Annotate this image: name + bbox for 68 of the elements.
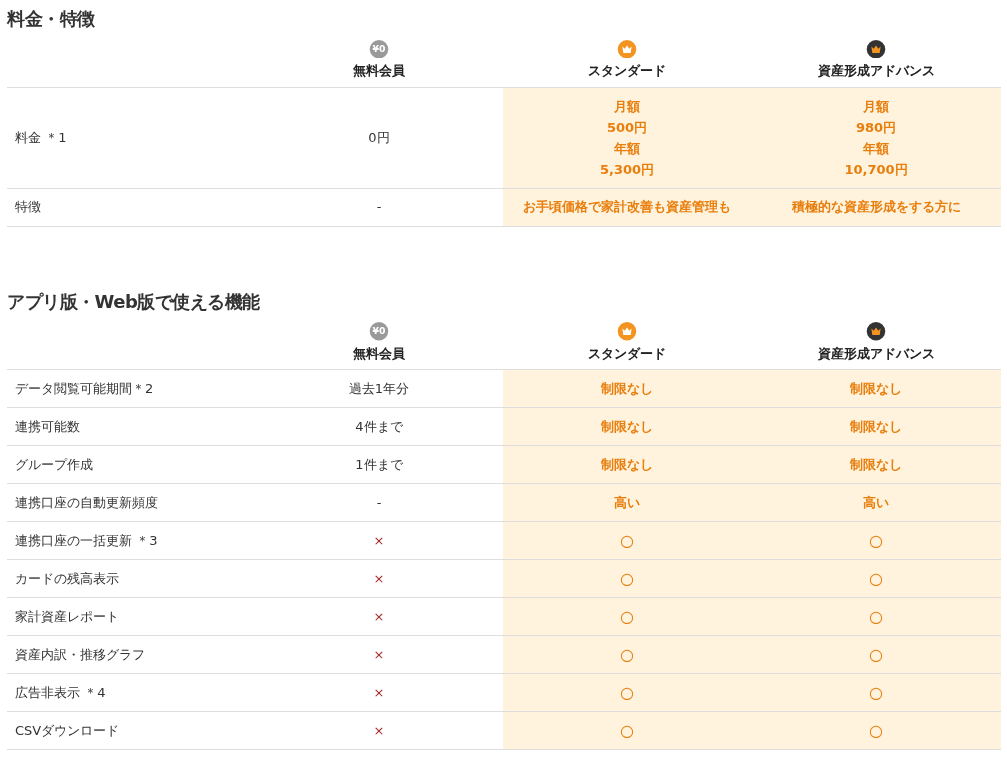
crown-icon <box>866 322 886 341</box>
cell-value: - <box>376 493 382 512</box>
cell-value: 制限なし <box>601 417 653 436</box>
cell-value: 1件まで <box>355 455 403 474</box>
row-label: 家計資産レポート <box>7 598 255 637</box>
availability-mark: × <box>373 607 385 626</box>
section-heading: アプリ版・Web版で使える機能 <box>7 289 261 314</box>
availability-mark: ○ <box>620 529 634 552</box>
row-label: 広告非表示 ＊4 <box>7 674 255 713</box>
availability-mark: × <box>373 531 385 550</box>
crown-icon <box>617 39 637 59</box>
availability-mark: ○ <box>620 719 634 742</box>
row-label: 連携口座の一括更新 ＊3 <box>7 522 255 561</box>
availability-mark: ○ <box>869 605 883 628</box>
price-text: 月額 <box>614 97 640 116</box>
cell-value: 制限なし <box>601 455 653 474</box>
availability-mark: ○ <box>620 567 634 590</box>
plan-name: スタンダード <box>588 62 666 81</box>
availability-mark: ○ <box>620 643 634 666</box>
price-text: 月額 <box>863 97 889 116</box>
row-label: 連携口座の自動更新頻度 <box>7 484 255 523</box>
availability-mark: × <box>373 569 385 588</box>
cell-value: 制限なし <box>850 379 902 398</box>
cell-value: 4件まで <box>355 417 403 436</box>
plan-name: 無料会員 <box>353 62 405 81</box>
section-heading: 料金・特徴 <box>7 7 96 31</box>
availability-mark: × <box>373 645 385 664</box>
cell-value: 制限なし <box>601 379 653 398</box>
price-text: 5,300円 <box>599 160 655 179</box>
availability-mark: ○ <box>620 605 634 628</box>
price-text: 年額 <box>863 139 889 158</box>
cell-value: 積極的な資産形成をする方に <box>791 198 961 217</box>
row-label: データ閲覧可能期間＊2 <box>7 370 255 409</box>
availability-mark: ○ <box>869 567 883 590</box>
row-label: 特徴 <box>7 188 255 227</box>
plan-name: スタンダード <box>588 344 666 363</box>
price-text: 0円 <box>368 129 390 148</box>
availability-mark: × <box>373 721 385 740</box>
availability-mark: ○ <box>869 719 883 742</box>
row-label: 料金 ＊1 <box>7 87 255 189</box>
plan-name: 資産形成アドバンス <box>817 344 935 363</box>
row-label: 連携可能数 <box>7 408 255 447</box>
cell-value: 制限なし <box>850 417 902 436</box>
row-label: グループ作成 <box>7 446 255 485</box>
availability-mark: × <box>373 683 385 702</box>
availability-mark: ○ <box>869 529 883 552</box>
price-text: 年額 <box>614 139 640 158</box>
price-text: 980円 <box>855 118 897 137</box>
plan-name: 無料会員 <box>353 344 405 363</box>
row-label: CSVダウンロード <box>7 712 255 751</box>
cell-value: 高い <box>863 493 889 512</box>
availability-mark: ○ <box>869 643 883 666</box>
row-label: カードの残高表示 <box>7 560 255 599</box>
price-text: 10,700円 <box>844 160 908 179</box>
yen-coin-icon: ¥0 <box>369 39 389 59</box>
cell-value: 過去1年分 <box>348 379 410 398</box>
availability-mark: ○ <box>620 681 634 704</box>
cell-value: 高い <box>614 493 640 512</box>
yen-coin-icon: ¥0 <box>369 322 389 341</box>
cell-value: - <box>376 198 382 217</box>
cell-value: お手頃価格で家計改善も資産管理も <box>523 198 731 217</box>
crown-icon <box>866 39 886 59</box>
price-text: 500円 <box>606 118 648 137</box>
availability-mark: ○ <box>869 681 883 704</box>
cell-value: 制限なし <box>850 455 902 474</box>
plan-name: 資産形成アドバンス <box>817 62 935 81</box>
row-label: 資産内訳・推移グラフ <box>7 636 255 675</box>
crown-icon <box>617 322 637 341</box>
